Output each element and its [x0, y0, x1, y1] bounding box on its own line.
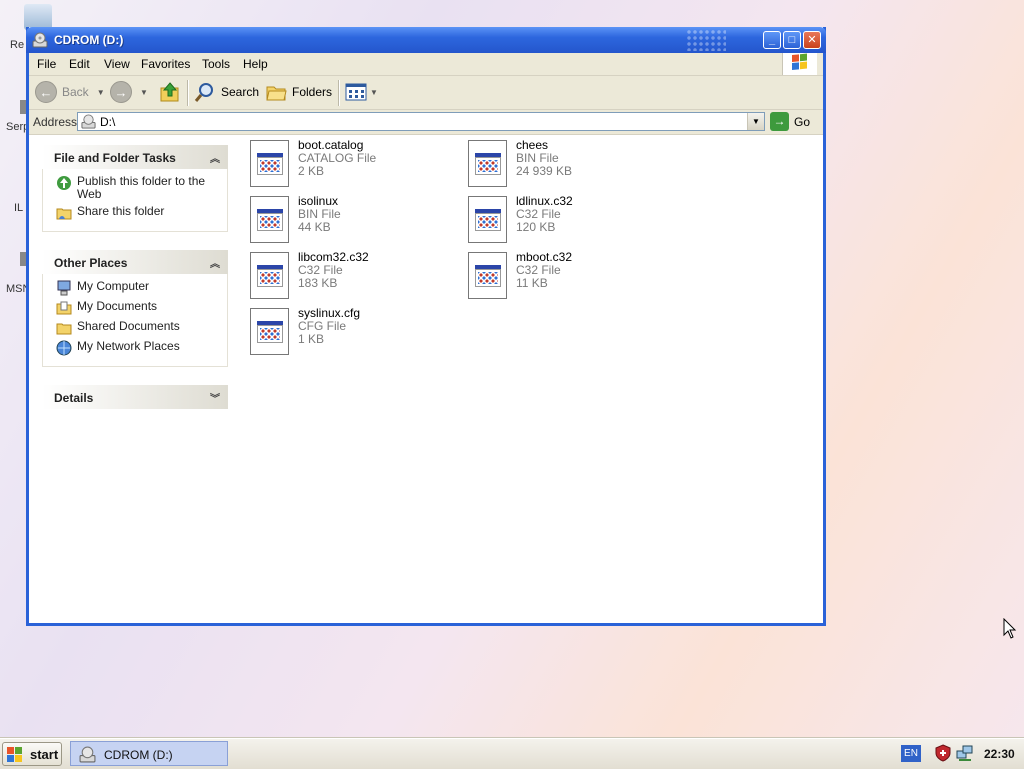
my-documents-icon	[56, 301, 72, 315]
language-indicator[interactable]: EN	[901, 745, 921, 762]
file-icon	[250, 308, 289, 355]
mouse-cursor-icon	[1003, 618, 1017, 639]
close-button[interactable]: ✕	[803, 31, 821, 49]
file-item[interactable]: libcom32.c32 C32 File 183 KB	[250, 250, 460, 300]
share-folder-icon	[56, 208, 72, 220]
file-icon	[468, 252, 507, 299]
file-item[interactable]: chees BIN File 24 939 KB	[468, 138, 678, 188]
up-folder-button[interactable]	[159, 81, 181, 103]
forward-button[interactable]: → ▼	[110, 81, 148, 103]
title-bar[interactable]: CDROM (D:) _ □ ✕	[26, 27, 826, 53]
address-bar: Address D:\ ▼ → Go	[29, 110, 823, 135]
my-computer-icon	[57, 280, 71, 296]
back-dropdown-icon[interactable]: ▼	[97, 88, 105, 97]
windows-flag-icon	[7, 747, 22, 762]
address-input[interactable]: D:\ ▼	[77, 112, 765, 131]
my-documents-link[interactable]: My Documents	[43, 300, 227, 320]
start-button[interactable]: start	[2, 742, 62, 766]
forward-dropdown-icon[interactable]: ▼	[140, 88, 148, 97]
folders-button[interactable]: Folders	[265, 81, 332, 103]
clock[interactable]: 22:30	[984, 747, 1015, 761]
forward-arrow-icon: →	[110, 81, 132, 103]
explorer-window: CDROM (D:) _ □ ✕ File Edit View Favorite…	[26, 27, 826, 626]
maximize-button[interactable]: □	[783, 31, 801, 49]
windows-logo-icon	[782, 53, 817, 75]
menu-file[interactable]: File	[37, 57, 56, 71]
task-pane: File and Folder Tasks ︽ Publish this fol…	[29, 135, 239, 621]
collapse-chevron-icon[interactable]: ︽	[210, 255, 220, 270]
panel-header[interactable]: File and Folder Tasks ︽	[42, 145, 228, 169]
file-icon	[468, 196, 507, 243]
desktop-label-recycle[interactable]: Re	[10, 39, 24, 51]
minimize-button[interactable]: _	[763, 31, 781, 49]
go-arrow-icon: →	[770, 112, 789, 131]
publish-folder-link[interactable]: Publish this folder to the Web	[43, 175, 227, 205]
toolbar-separator	[187, 80, 189, 106]
address-dropdown-icon[interactable]: ▼	[747, 113, 764, 130]
views-icon	[345, 83, 367, 101]
menu-tools[interactable]: Tools	[202, 57, 230, 71]
cdrom-drive-icon	[79, 746, 96, 763]
file-item[interactable]: isolinux BIN File 44 KB	[250, 194, 460, 244]
security-shield-icon[interactable]	[934, 744, 952, 762]
shared-documents-link[interactable]: Shared Documents	[43, 320, 227, 340]
toolbar: ← Back ▼ → ▼ Search Folders ▼	[29, 76, 823, 110]
menu-help[interactable]: Help	[243, 57, 268, 71]
folders-icon	[266, 86, 287, 101]
file-list: boot.catalog CATALOG File 2 KB chees BIN…	[249, 135, 819, 621]
details-panel: Details ︾	[42, 385, 228, 409]
menu-favorites[interactable]: Favorites	[141, 57, 190, 71]
taskbar: start CDROM (D:) EN 22:30	[0, 738, 1024, 769]
my-computer-link[interactable]: My Computer	[43, 280, 227, 300]
up-folder-icon	[160, 82, 179, 102]
cdrom-drive-icon	[32, 32, 48, 48]
desktop-label-il[interactable]: IL	[14, 202, 23, 214]
panel-header[interactable]: Details ︾	[42, 385, 228, 409]
share-folder-link[interactable]: Share this folder	[43, 205, 227, 225]
views-button[interactable]: ▼	[345, 81, 378, 103]
search-button[interactable]: Search	[194, 81, 259, 103]
file-icon	[250, 196, 289, 243]
other-places-panel: Other Places ︽ My Computer My Documents …	[42, 250, 228, 367]
address-label: Address	[33, 115, 78, 129]
menu-view[interactable]: View	[104, 57, 130, 71]
views-dropdown-icon[interactable]: ▼	[370, 88, 378, 97]
menu-edit[interactable]: Edit	[69, 57, 90, 71]
toolbar-separator	[338, 80, 340, 106]
titlebar-decoration	[686, 29, 726, 51]
file-item[interactable]: syslinux.cfg CFG File 1 KB	[250, 306, 460, 356]
file-folder-tasks-panel: File and Folder Tasks ︽ Publish this fol…	[42, 145, 228, 232]
file-item[interactable]: ldlinux.c32 C32 File 120 KB	[468, 194, 678, 244]
file-item[interactable]: mboot.c32 C32 File 11 KB	[468, 250, 678, 300]
publish-web-icon	[57, 176, 71, 190]
shared-folder-icon	[56, 323, 72, 335]
my-network-places-link[interactable]: My Network Places	[43, 340, 227, 360]
collapse-chevron-icon[interactable]: ︽	[210, 150, 220, 165]
network-tray-icon[interactable]	[956, 744, 974, 762]
panel-header[interactable]: Other Places ︽	[42, 250, 228, 274]
menu-bar: File Edit View Favorites Tools Help	[29, 53, 823, 76]
taskbar-window-button[interactable]: CDROM (D:)	[70, 741, 228, 766]
file-icon	[250, 140, 289, 187]
search-icon	[194, 83, 213, 102]
file-icon	[468, 140, 507, 187]
expand-chevron-icon[interactable]: ︾	[210, 390, 220, 405]
network-places-icon	[56, 340, 72, 356]
address-value: D:\	[100, 115, 116, 129]
back-arrow-icon: ←	[35, 81, 57, 103]
file-item[interactable]: boot.catalog CATALOG File 2 KB	[250, 138, 460, 188]
back-button[interactable]: ← Back ▼	[35, 81, 105, 103]
cdrom-drive-icon	[81, 114, 96, 129]
system-tray: EN 22:30	[896, 741, 1022, 766]
go-button[interactable]: → Go	[770, 112, 810, 131]
window-title: CDROM (D:)	[54, 33, 124, 47]
file-icon	[250, 252, 289, 299]
